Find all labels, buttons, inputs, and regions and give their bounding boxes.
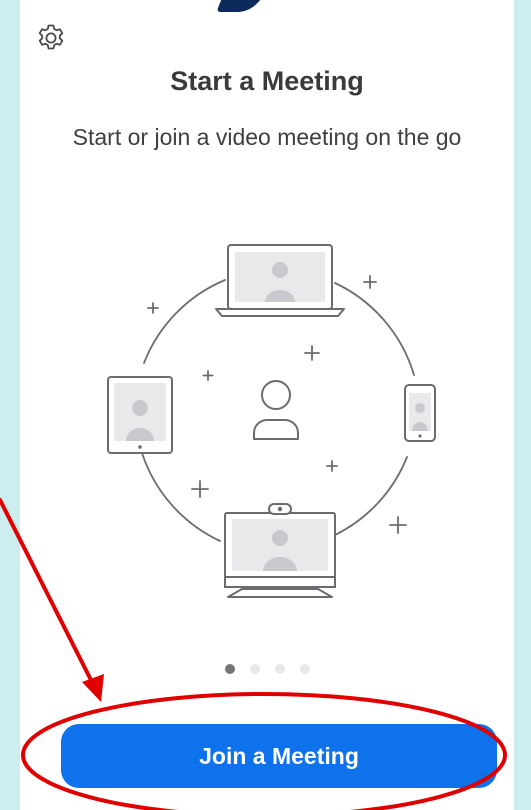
tablet-icon: [107, 376, 173, 454]
page-dot-2[interactable]: [249, 664, 260, 674]
meeting-illustration: [107, 244, 436, 598]
page-dot-1[interactable]: [224, 664, 235, 674]
gear-icon: [38, 24, 64, 50]
join-meeting-button[interactable]: Join a Meeting: [61, 724, 497, 788]
laptop-icon: [215, 244, 345, 317]
person-icon: [253, 380, 299, 440]
top-edge-mark: [216, 0, 264, 12]
app-screen: Start a Meeting Start or join a video me…: [20, 0, 514, 810]
phone-icon: [404, 384, 436, 442]
room-system-icon: [224, 503, 336, 598]
page-dot-3[interactable]: [274, 664, 285, 674]
settings-button[interactable]: [33, 20, 69, 56]
page-title: Start a Meeting: [170, 66, 364, 96]
page-subtitle: Start or join a video meeting on the go: [72, 124, 462, 150]
page-dot-4[interactable]: [299, 664, 310, 674]
page-indicator: [20, 664, 514, 676]
